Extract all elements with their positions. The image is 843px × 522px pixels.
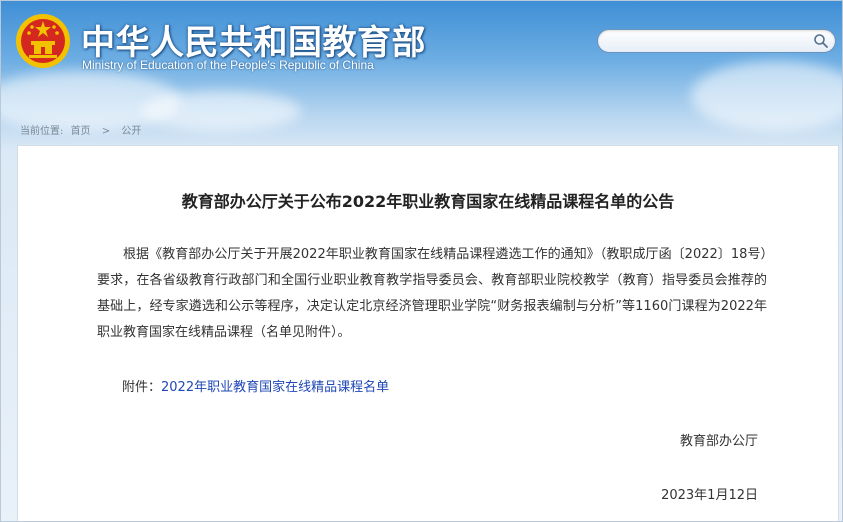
breadcrumb-label: 当前位置: (20, 126, 64, 137)
article-signature: 教育部办公厅 (679, 434, 758, 449)
article-date: 2023年1月12日 (661, 488, 758, 503)
article-panel: 教育部办公厅关于公布2022年职业教育国家在线精品课程名单的公告 根据《教育部办… (17, 145, 839, 521)
site-title: 中华人民共和国教育部 (81, 23, 426, 63)
search-icon[interactable] (813, 33, 829, 49)
attachment-label: 附件： (122, 380, 162, 395)
breadcrumb-current-link[interactable]: 公开 (121, 126, 141, 137)
breadcrumb-home-link[interactable]: 首页 (71, 126, 91, 137)
search-input[interactable] (608, 32, 807, 50)
page-frame: 中华人民共和国教育部 Ministry of Education of the … (0, 0, 843, 522)
article-body: 根据《教育部办公厅关于开展2022年职业教育国家在线精品课程遴选工作的通知》（教… (97, 247, 767, 340)
search-box[interactable] (597, 29, 836, 53)
breadcrumb-separator: > (101, 126, 111, 137)
attachment-link[interactable]: 2022年职业教育国家在线精品课程名单 (161, 380, 389, 395)
national-emblem-icon (16, 14, 70, 68)
site-subtitle: Ministry of Education of the People's Re… (82, 58, 374, 72)
site-header: 中华人民共和国教育部 Ministry of Education of the … (1, 1, 842, 111)
article-title: 教育部办公厅关于公布2022年职业教育国家在线精品课程名单的公告 (181, 192, 675, 211)
breadcrumb: 当前位置: 首页 > 公开 (20, 122, 141, 137)
attachment-row: 附件：2022年职业教育国家在线精品课程名单 (122, 376, 389, 395)
